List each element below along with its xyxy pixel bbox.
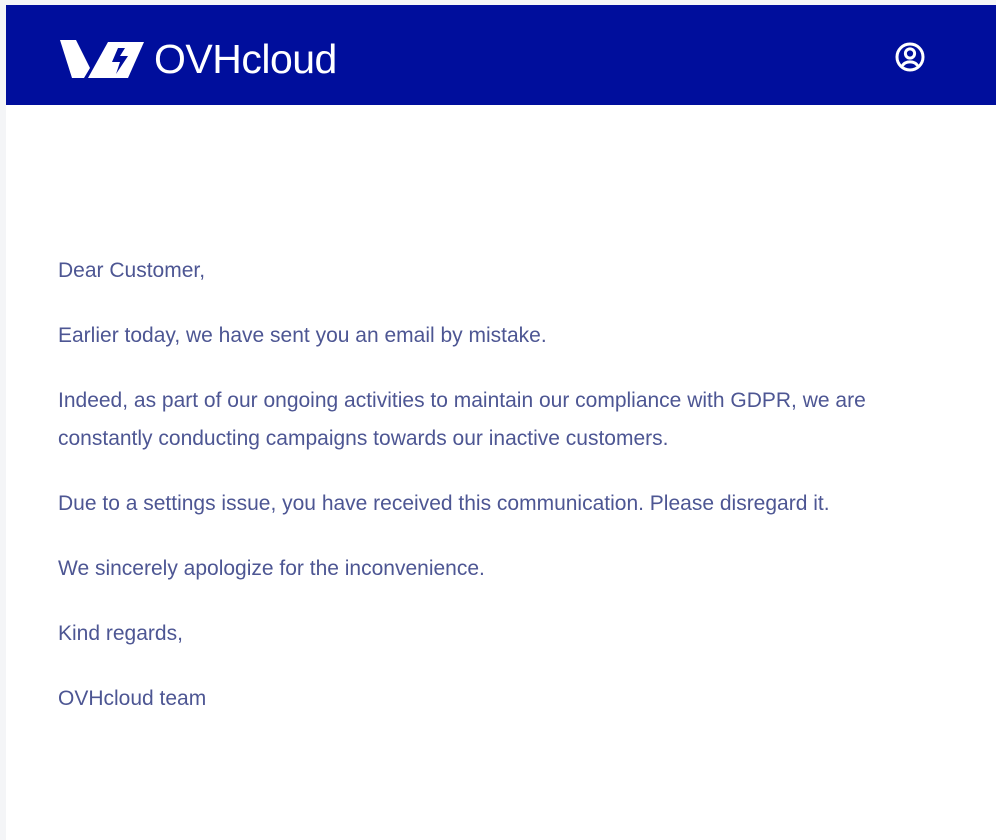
email-closing: Kind regards, [58, 622, 183, 645]
email-card: OVHcloud Dear Customer, Earlier today, w… [6, 5, 996, 840]
brand-name: OVHcloud [154, 36, 337, 82]
ovhcloud-logo-icon [60, 40, 144, 78]
email-body: Dear Customer, Earlier today, we have se… [58, 252, 918, 745]
email-paragraph: We sincerely apologize for the inconveni… [58, 557, 485, 580]
email-paragraph: Due to a settings issue, you have receiv… [58, 492, 830, 515]
brand-logo[interactable]: OVHcloud [58, 38, 337, 80]
email-header: OVHcloud [6, 5, 996, 105]
email-signature: OVHcloud team [58, 687, 207, 710]
email-greeting: Dear Customer, [58, 259, 206, 282]
user-account-icon[interactable] [894, 41, 926, 73]
email-paragraph: Indeed, as part of our ongoing activitie… [58, 389, 866, 450]
email-paragraph: Earlier today, we have sent you an email… [58, 324, 547, 347]
